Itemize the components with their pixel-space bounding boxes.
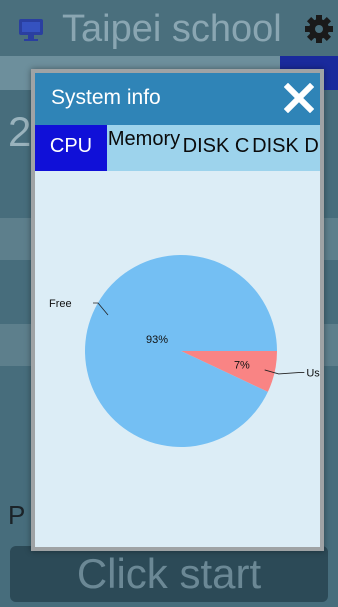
pie-category-label: Used [306, 368, 320, 380]
background-number: 2 [8, 108, 32, 155]
pie-chart-svg: 7% Used 93% Free [49, 255, 320, 447]
system-info-dialog: System info CPU Memory DISK C DISK D 7% U… [31, 69, 324, 551]
tab-cpu[interactable]: CPU [35, 125, 107, 171]
tab-disk-c[interactable]: DISK C [181, 125, 251, 171]
click-start-button[interactable]: Click start [10, 546, 328, 602]
pie-percent-label: 93% [146, 334, 168, 346]
pie-slice-free [85, 255, 277, 447]
tab-memory[interactable]: Memory [107, 125, 181, 171]
dialog-tabs: CPU Memory DISK C DISK D [35, 125, 320, 171]
pie-category-label: Free [49, 298, 72, 310]
close-icon[interactable] [284, 83, 314, 113]
app-topbar: Taipei school [0, 0, 338, 56]
gear-icon[interactable] [304, 14, 334, 44]
dialog-header: System info [35, 73, 320, 125]
tab-disk-d[interactable]: DISK D [251, 125, 320, 171]
monitor-icon[interactable] [18, 18, 44, 42]
app-title: Taipei school [62, 8, 282, 50]
background-label: P [8, 500, 26, 530]
cpu-pie-chart: 7% Used 93% Free [35, 171, 320, 547]
pie-percent-label: 7% [234, 360, 250, 372]
dialog-title: System info [51, 86, 161, 109]
